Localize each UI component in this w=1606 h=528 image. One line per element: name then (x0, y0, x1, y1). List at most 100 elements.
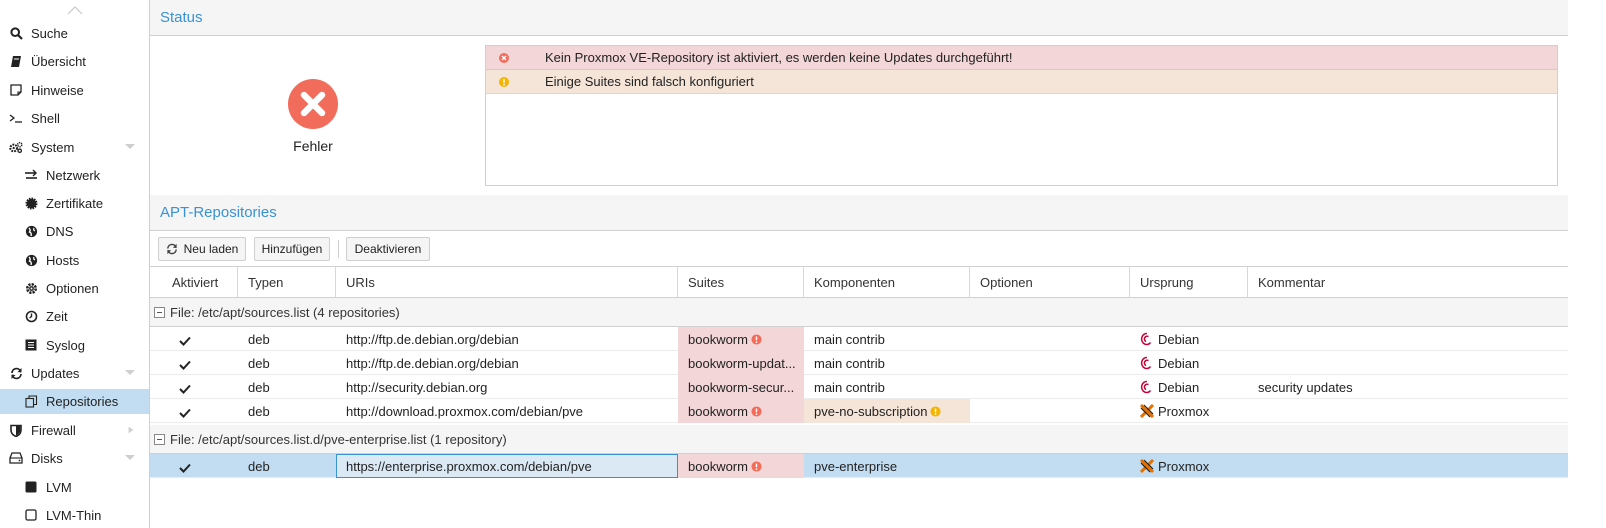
cell-enabled[interactable] (150, 454, 238, 478)
sidebar-item-syslog[interactable]: Syslog (0, 331, 149, 359)
sidebar-item-repositories[interactable]: Repositories (0, 389, 149, 414)
sidebar-item-optionen[interactable]: Optionen (0, 274, 149, 302)
cell-options[interactable] (970, 375, 1130, 399)
column-header-aktiviert[interactable]: Aktiviert (150, 267, 238, 297)
debian-logo-icon (1140, 332, 1154, 346)
sidebar-item-hinweise[interactable]: Hinweise (0, 76, 149, 104)
collapse-toggle-icon[interactable] (154, 433, 165, 445)
note-icon (9, 83, 23, 97)
certificate-icon (24, 196, 38, 210)
column-header-kommentar[interactable]: Kommentar (1248, 267, 1568, 297)
refresh-icon (9, 366, 23, 380)
cell-suite[interactable]: bookworm (678, 399, 804, 423)
cell-options[interactable] (970, 454, 1130, 478)
sidebar-item-netzwerk[interactable]: Netzwerk (0, 161, 149, 189)
comment-text: security updates (1258, 379, 1353, 395)
sidebar-item-uebersicht[interactable]: Übersicht (0, 47, 149, 75)
cell-components[interactable]: main contrib (804, 375, 970, 399)
types-text: deb (248, 403, 270, 419)
cell-uri[interactable]: http://download.proxmox.com/debian/pve (336, 399, 678, 423)
sidebar-item-disks[interactable]: Disks (0, 444, 149, 472)
cell-origin[interactable]: Debian (1130, 327, 1248, 351)
chevron-up-icon[interactable] (67, 5, 83, 15)
sidebar-item-zertifikate[interactable]: Zertifikate (0, 189, 149, 217)
add-button[interactable]: Hinzufügen (254, 237, 330, 261)
sidebar-item-label: Zertifikate (46, 195, 104, 211)
cell-origin[interactable]: Debian (1130, 351, 1248, 375)
status-message-error[interactable]: Kein Proxmox VE-Repository ist aktiviert… (486, 46, 1557, 70)
sidebar-item-label: Optionen (46, 280, 99, 296)
group-header-sources-list[interactable]: File: /etc/apt/sources.list (4 repositor… (150, 298, 1568, 327)
sidebar-item-dns[interactable]: DNS (0, 217, 149, 245)
uri-text: http://security.debian.org (346, 379, 488, 395)
sidebar-item-suche[interactable]: Suche (0, 19, 149, 47)
cell-uri[interactable]: http://ftp.de.debian.org/debian (336, 351, 678, 375)
disable-button[interactable]: Deaktivieren (346, 237, 430, 261)
column-header-optionen[interactable]: Optionen (970, 267, 1130, 297)
status-message-warning[interactable]: Einige Suites sind falsch konfiguriert (486, 70, 1557, 94)
enabled-check-icon (179, 358, 191, 370)
column-header-ursprung[interactable]: Ursprung (1130, 267, 1248, 297)
cell-comment[interactable]: security updates (1248, 375, 1568, 399)
sidebar-item-lvm-thin[interactable]: LVM-Thin (0, 501, 149, 528)
origin-text: Debian (1158, 331, 1200, 347)
cell-suite[interactable]: bookworm-updat... (678, 351, 804, 375)
cell-enabled[interactable] (150, 375, 238, 399)
error-badge-icon (751, 460, 762, 472)
cell-origin[interactable]: Debian (1130, 375, 1248, 399)
sidebar-item-label: LVM (46, 479, 72, 495)
cell-comment[interactable] (1248, 399, 1568, 423)
cell-uri[interactable]: https://enterprise.proxmox.com/debian/pv… (336, 454, 678, 478)
cell-origin[interactable]: Proxmox (1130, 399, 1248, 423)
cell-uri[interactable]: http://ftp.de.debian.org/debian (336, 327, 678, 351)
group-header-pve-enterprise-list[interactable]: File: /etc/apt/sources.list.d/pve-enterp… (150, 425, 1568, 454)
collapse-toggle-icon[interactable] (154, 306, 165, 318)
cell-options[interactable] (970, 399, 1130, 423)
table-row[interactable]: deb http://download.proxmox.com/debian/pv… (150, 399, 1568, 423)
column-header-uris[interactable]: URIs (336, 267, 678, 297)
refresh-icon (166, 243, 177, 255)
sidebar-item-lvm[interactable]: LVM (0, 473, 149, 501)
column-header-komponenten[interactable]: Komponenten (804, 267, 970, 297)
cell-types[interactable]: deb (238, 351, 336, 375)
sidebar-item-system[interactable]: System (0, 133, 149, 161)
enabled-check-icon (179, 334, 191, 346)
sidebar-item-firewall[interactable]: Firewall (0, 416, 149, 444)
table-row[interactable]: deb http://ftp.de.debian.org/debian bookwo… (150, 351, 1568, 375)
column-header-suites[interactable]: Suites (678, 267, 804, 297)
cell-components[interactable]: pve-enterprise (804, 454, 970, 478)
column-header-typen[interactable]: Typen (238, 267, 336, 297)
reload-button[interactable]: Neu laden (158, 237, 246, 261)
cell-types[interactable]: deb (238, 327, 336, 351)
cell-suite[interactable]: bookworm (678, 454, 804, 478)
cell-components[interactable]: main contrib (804, 351, 970, 375)
error-badge-icon (751, 405, 762, 417)
cell-origin[interactable]: Proxmox (1130, 454, 1248, 478)
sidebar-item-label: Zeit (46, 308, 68, 324)
cell-enabled[interactable] (150, 399, 238, 423)
cell-comment[interactable] (1248, 454, 1568, 478)
cell-suite[interactable]: bookworm (678, 327, 804, 351)
cell-types[interactable]: deb (238, 399, 336, 423)
chevron-down-icon (125, 144, 135, 149)
sidebar-item-shell[interactable]: Shell (0, 104, 149, 132)
cell-options[interactable] (970, 327, 1130, 351)
cell-comment[interactable] (1248, 351, 1568, 375)
sidebar-item-updates[interactable]: Updates (0, 359, 149, 387)
cell-types[interactable]: deb (238, 375, 336, 399)
uri-text: https://enterprise.proxmox.com/debian/pv… (346, 458, 592, 474)
cell-options[interactable] (970, 351, 1130, 375)
cell-enabled[interactable] (150, 351, 238, 375)
table-row[interactable]: deb http://ftp.de.debian.org/debian bookwo… (150, 327, 1568, 351)
cell-suite[interactable]: bookworm-secur... (678, 375, 804, 399)
cell-enabled[interactable] (150, 327, 238, 351)
sidebar-item-zeit[interactable]: Zeit (0, 302, 149, 330)
table-row[interactable]: deb http://security.debian.org bookworm-se… (150, 375, 1568, 399)
sidebar-item-hosts[interactable]: Hosts (0, 246, 149, 274)
cell-types[interactable]: deb (238, 454, 336, 478)
cell-components[interactable]: main contrib (804, 327, 970, 351)
cell-uri[interactable]: http://security.debian.org (336, 375, 678, 399)
cell-components[interactable]: pve-no-subscription (804, 399, 970, 423)
table-row[interactable]: deb https://enterprise.proxmox.com/debian… (150, 454, 1568, 478)
cell-comment[interactable] (1248, 327, 1568, 351)
